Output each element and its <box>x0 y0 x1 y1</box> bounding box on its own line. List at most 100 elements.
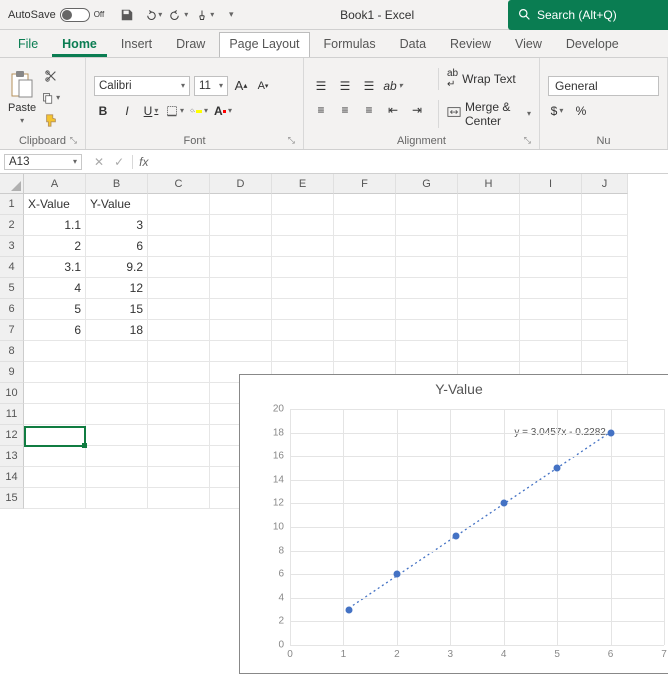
cell[interactable] <box>520 278 582 299</box>
cell[interactable] <box>210 257 272 278</box>
cell[interactable] <box>334 341 396 362</box>
cell[interactable] <box>24 488 86 509</box>
cell[interactable] <box>210 194 272 215</box>
data-point[interactable] <box>607 429 614 436</box>
cell[interactable] <box>334 194 396 215</box>
align-middle-icon[interactable]: ☰ <box>336 77 354 95</box>
data-point[interactable] <box>500 500 507 507</box>
align-top-icon[interactable]: ☰ <box>312 77 330 95</box>
cell[interactable] <box>210 215 272 236</box>
tab-review[interactable]: Review <box>440 32 501 57</box>
cell[interactable] <box>148 446 210 467</box>
touch-mode-icon[interactable] <box>196 6 214 24</box>
cell[interactable] <box>520 341 582 362</box>
tab-formulas[interactable]: Formulas <box>314 32 386 57</box>
row-header[interactable]: 12 <box>0 425 24 446</box>
dialog-launcher-icon[interactable]: ⤡ <box>70 135 77 146</box>
data-point[interactable] <box>452 533 459 540</box>
cell[interactable] <box>210 236 272 257</box>
data-point[interactable] <box>393 571 400 578</box>
cell[interactable] <box>86 404 148 425</box>
column-header[interactable]: H <box>458 174 520 194</box>
cell[interactable] <box>210 341 272 362</box>
cell[interactable] <box>148 299 210 320</box>
dialog-launcher-icon[interactable]: ⤡ <box>524 135 531 146</box>
italic-button[interactable]: I <box>118 102 136 120</box>
cell[interactable] <box>210 278 272 299</box>
cell[interactable]: 4 <box>24 278 86 299</box>
autosave-toggle[interactable]: AutoSave Off <box>0 8 112 22</box>
column-header[interactable]: I <box>520 174 582 194</box>
cell[interactable] <box>148 194 210 215</box>
cell[interactable] <box>334 299 396 320</box>
bold-button[interactable]: B <box>94 102 112 120</box>
cell[interactable] <box>24 383 86 404</box>
row-header[interactable]: 1 <box>0 194 24 215</box>
undo-icon[interactable] <box>144 6 162 24</box>
percent-icon[interactable]: % <box>572 102 590 120</box>
cell[interactable] <box>148 404 210 425</box>
cell[interactable] <box>86 488 148 509</box>
select-all-corner[interactable] <box>0 174 24 194</box>
cell[interactable] <box>272 299 334 320</box>
toggle-icon[interactable] <box>60 8 90 22</box>
cell[interactable] <box>272 236 334 257</box>
cell[interactable] <box>520 236 582 257</box>
row-header[interactable]: 10 <box>0 383 24 404</box>
chart-title[interactable]: Y-Value <box>240 375 668 399</box>
cell[interactable] <box>582 341 628 362</box>
name-box[interactable]: A13▾ <box>4 154 82 170</box>
row-header[interactable]: 7 <box>0 320 24 341</box>
fx-icon[interactable]: fx <box>132 155 148 169</box>
cell[interactable] <box>210 299 272 320</box>
column-header[interactable]: F <box>334 174 396 194</box>
cut-icon[interactable] <box>42 67 60 85</box>
cell[interactable] <box>458 299 520 320</box>
enter-formula-icon[interactable]: ✓ <box>114 155 124 169</box>
cell[interactable] <box>148 467 210 488</box>
cell[interactable] <box>148 278 210 299</box>
cell[interactable] <box>334 236 396 257</box>
cell[interactable] <box>334 320 396 341</box>
column-header[interactable]: D <box>210 174 272 194</box>
worksheet[interactable]: 123456789101112131415 ABCDEFGHIJ X-Value… <box>0 174 668 509</box>
cell[interactable] <box>582 278 628 299</box>
tab-view[interactable]: View <box>505 32 552 57</box>
tab-insert[interactable]: Insert <box>111 32 162 57</box>
cell[interactable] <box>458 278 520 299</box>
cell[interactable] <box>458 236 520 257</box>
cell[interactable] <box>396 257 458 278</box>
cell[interactable] <box>148 362 210 383</box>
cell[interactable] <box>148 215 210 236</box>
underline-button[interactable]: U <box>142 102 160 120</box>
cell[interactable]: 3.1 <box>24 257 86 278</box>
align-center-icon[interactable]: ≡ <box>336 101 354 119</box>
cell[interactable] <box>396 320 458 341</box>
cell[interactable] <box>396 299 458 320</box>
cell[interactable] <box>148 488 210 509</box>
cell[interactable]: 5 <box>24 299 86 320</box>
row-header[interactable]: 13 <box>0 446 24 467</box>
cell[interactable]: 9.2 <box>86 257 148 278</box>
column-header[interactable]: C <box>148 174 210 194</box>
cell[interactable] <box>24 404 86 425</box>
search-box[interactable]: Search (Alt+Q) <box>508 0 668 30</box>
cell[interactable] <box>334 278 396 299</box>
merge-center-button[interactable]: Merge & Center <box>438 100 531 128</box>
cell[interactable] <box>396 278 458 299</box>
row-header[interactable]: 11 <box>0 404 24 425</box>
cell[interactable]: 2 <box>24 236 86 257</box>
cancel-formula-icon[interactable]: ✕ <box>94 155 104 169</box>
cell[interactable] <box>582 215 628 236</box>
cell[interactable] <box>148 257 210 278</box>
cell[interactable] <box>272 257 334 278</box>
cell[interactable] <box>24 425 86 446</box>
cell[interactable] <box>582 236 628 257</box>
data-point[interactable] <box>554 465 561 472</box>
align-bottom-icon[interactable]: ☰ <box>360 77 378 95</box>
row-header[interactable]: 15 <box>0 488 24 509</box>
cell[interactable] <box>458 320 520 341</box>
cell[interactable] <box>148 236 210 257</box>
paste-button[interactable]: Paste ▾ <box>8 70 36 125</box>
cell[interactable] <box>334 215 396 236</box>
